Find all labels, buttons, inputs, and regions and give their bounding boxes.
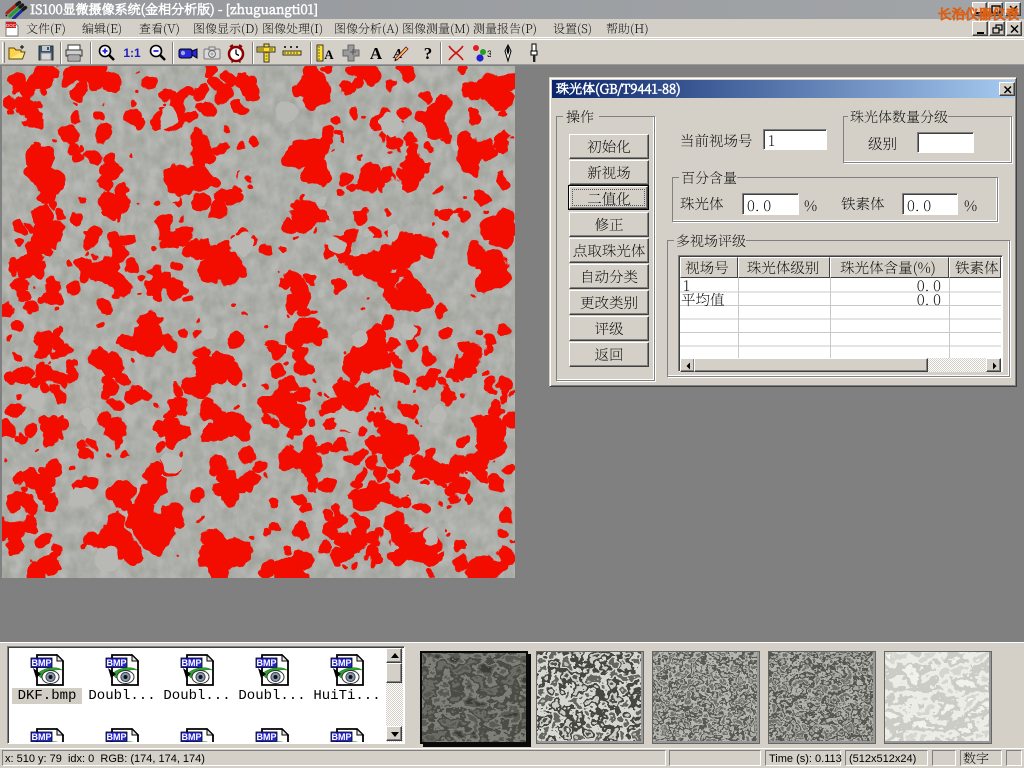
svg-text:BMP: BMP [107, 658, 127, 668]
svg-text:BMP: BMP [332, 732, 352, 742]
svg-text:BMP: BMP [107, 732, 127, 742]
svg-text:BMP: BMP [32, 732, 52, 742]
svg-text:BMP: BMP [332, 658, 352, 668]
svg-text:A: A [370, 44, 383, 63]
svg-text:BMP: BMP [32, 658, 52, 668]
svg-text:BMP: BMP [257, 658, 277, 668]
svg-text:BMP: BMP [182, 658, 202, 668]
svg-text:DOC: DOC [6, 23, 17, 28]
svg-text:BMP: BMP [182, 732, 202, 742]
svg-text:A: A [324, 47, 334, 62]
svg-text:?: ? [424, 44, 433, 63]
svg-text:3: 3 [487, 49, 491, 59]
svg-text:1:1: 1:1 [123, 46, 141, 60]
svg-text:BMP: BMP [257, 732, 277, 742]
